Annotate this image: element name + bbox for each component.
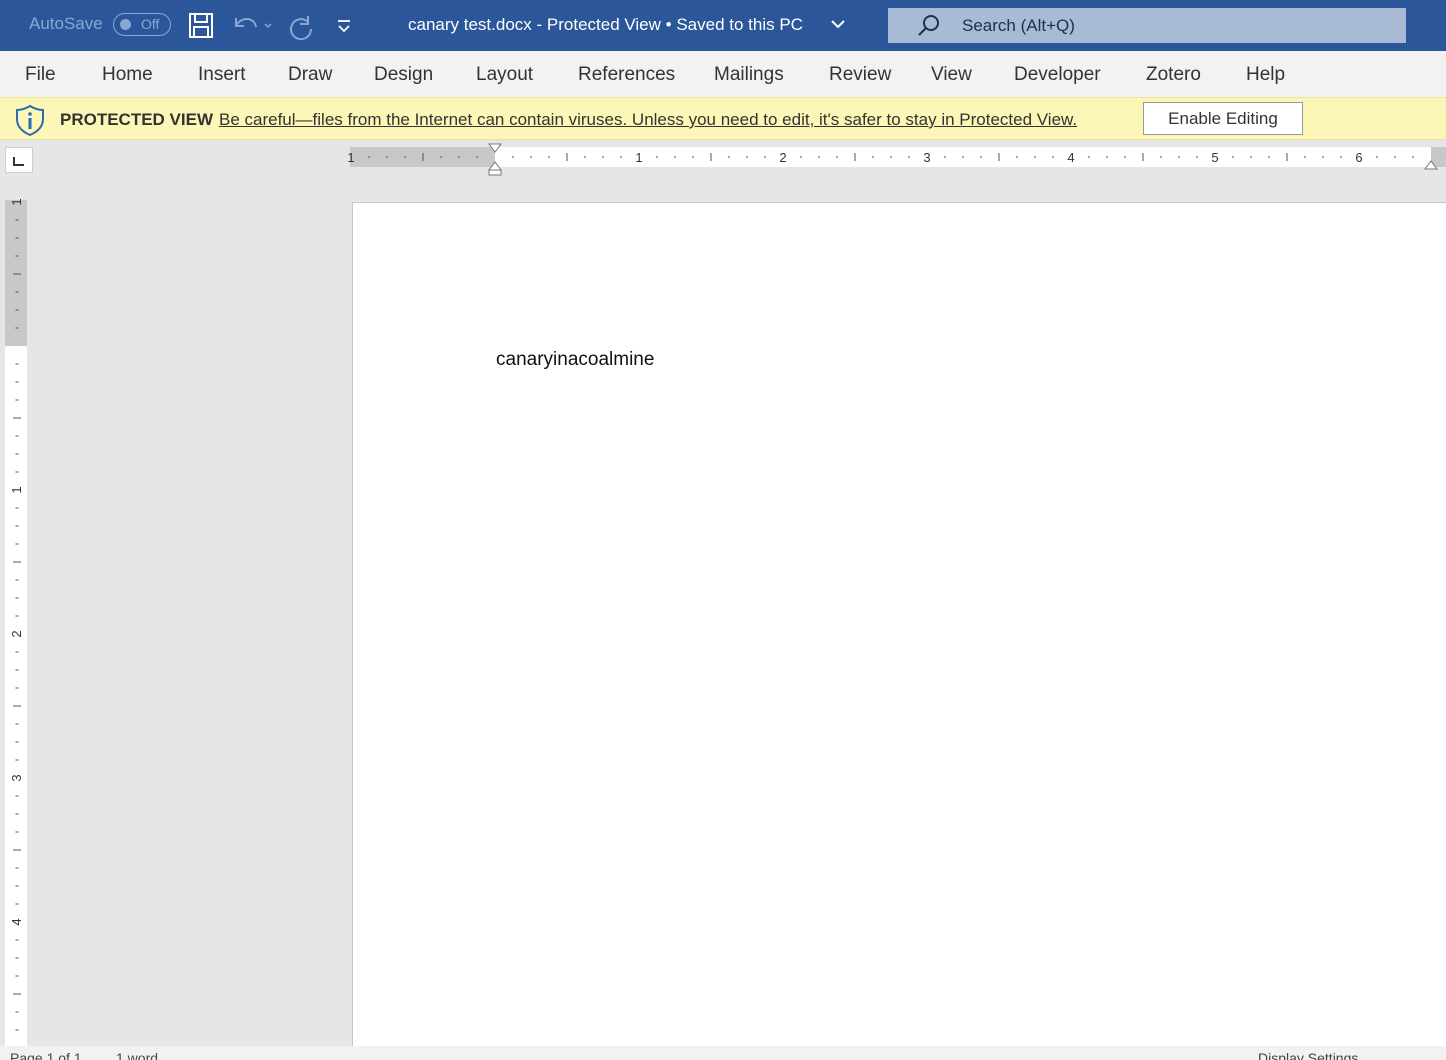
word-count[interactable]: 1 word [116, 1050, 158, 1060]
enable-editing-button[interactable]: Enable Editing [1143, 102, 1303, 135]
ruler-label: 2 [9, 630, 24, 637]
undo-icon [235, 18, 272, 29]
ruler-label: 2 [779, 150, 786, 165]
protected-view-message[interactable]: Be careful—files from the Internet can c… [219, 110, 1077, 130]
vertical-ruler[interactable]: 1 1 2 3 4 [5, 196, 27, 1046]
tab-help[interactable]: Help [1246, 64, 1285, 86]
search-box[interactable]: Search (Alt+Q) [888, 8, 1406, 43]
ruler-label: 1 [9, 486, 24, 493]
document-body-text[interactable]: canaryinacoalmine [496, 349, 654, 371]
vertical-ruler-scale: 1 1 2 3 4 [5, 198, 27, 1046]
ruler-label: 1 [347, 150, 354, 165]
customize-qat-icon[interactable] [336, 11, 352, 41]
ruler-label: 1 [635, 150, 642, 165]
ruler-label: 6 [1355, 150, 1362, 165]
tab-design[interactable]: Design [374, 64, 433, 86]
tab-review[interactable]: Review [829, 64, 891, 86]
tab-references[interactable]: References [578, 64, 675, 86]
autosave-state: Off [141, 16, 160, 32]
ruler-label: 5 [1211, 150, 1218, 165]
ruler-label: 4 [1067, 150, 1074, 165]
page-info[interactable]: Page 1 of 1 [10, 1050, 82, 1060]
tab-file[interactable]: File [25, 64, 56, 86]
search-placeholder: Search (Alt+Q) [962, 16, 1075, 35]
tab-zotero[interactable]: Zotero [1146, 64, 1201, 86]
ruler-label: 3 [923, 150, 930, 165]
display-settings[interactable]: Display Settings [1258, 1050, 1358, 1060]
chevron-down-icon[interactable] [830, 18, 846, 30]
ruler-label: 4 [9, 918, 24, 925]
ruler-scale: 1 1 2 3 4 5 6 [347, 143, 1446, 176]
tab-layout[interactable]: Layout [476, 64, 533, 86]
document-page[interactable]: canaryinacoalmine [352, 202, 1446, 1052]
tab-view[interactable]: View [931, 64, 972, 86]
protected-view-title: PROTECTED VIEW [60, 110, 214, 129]
title-bar: AutoSave Off canary test.docx - Protecte… [0, 0, 1446, 51]
horizontal-ruler[interactable]: 1 1 2 3 4 5 6 [0, 140, 1446, 180]
tab-mailings[interactable]: Mailings [714, 64, 784, 86]
tab-developer[interactable]: Developer [1014, 64, 1101, 86]
info-shield-icon [16, 104, 44, 136]
autosave-toggle[interactable]: Off [113, 13, 171, 36]
autosave-label: AutoSave [29, 14, 103, 33]
status-bar: Page 1 of 1 1 word Display Settings [0, 1046, 1446, 1060]
tab-selector-icon[interactable] [5, 147, 33, 173]
tab-home[interactable]: Home [102, 64, 153, 86]
tab-draw[interactable]: Draw [288, 64, 332, 86]
document-title[interactable]: canary test.docx - Protected View • Save… [408, 15, 803, 35]
search-icon [918, 15, 939, 36]
redo-icon [290, 16, 313, 41]
protected-view-bar: PROTECTED VIEW Be careful—files from the… [0, 97, 1446, 140]
tab-insert[interactable]: Insert [198, 64, 246, 86]
ribbon-tabs: File Home Insert Draw Design Layout Refe… [0, 51, 1446, 97]
save-icon[interactable] [188, 11, 214, 41]
toggle-knob [120, 19, 131, 30]
ruler-label: 3 [9, 774, 24, 781]
ruler-label: 1 [9, 198, 24, 205]
